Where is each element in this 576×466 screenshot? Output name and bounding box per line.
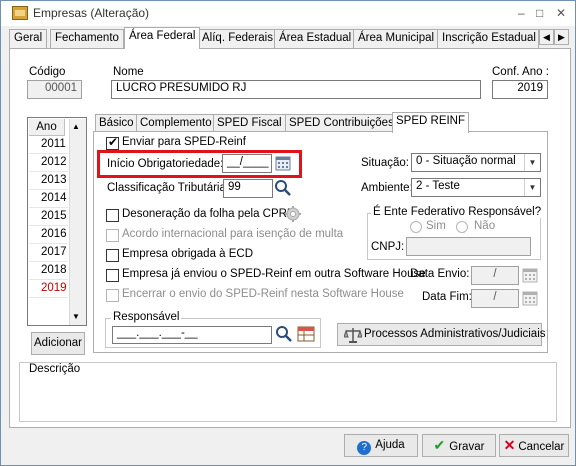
sim-label: Sim [426, 220, 446, 232]
main-tab-strip: Geral Fechamento Área Federal Alíq. Fede… [9, 27, 571, 49]
tab-inscricao-estadual[interactable]: Inscrição Estadual S [437, 29, 539, 48]
cnpj-label: CNPJ: [371, 241, 405, 253]
list-item[interactable]: 2015 [29, 208, 68, 226]
desoneracao-checkbox[interactable] [106, 209, 119, 222]
nao-radio[interactable] [456, 221, 468, 233]
situacao-label: Situação: [361, 157, 409, 169]
chevron-down-icon[interactable]: ▼ [524, 179, 540, 196]
ente-federativo-title: É Ente Federativo Responsável? [371, 206, 544, 218]
ajuda-button-label: Ajuda [375, 439, 405, 451]
search-icon[interactable] [275, 325, 295, 344]
tab-scroll-left-icon[interactable]: ◀ [539, 29, 554, 45]
highlight-box [97, 150, 302, 178]
enviar-reinf-checkbox[interactable] [106, 135, 119, 150]
tab-geral[interactable]: Geral [9, 29, 48, 48]
search-icon[interactable] [274, 179, 294, 198]
scroll-down-icon[interactable]: ▼ [72, 312, 80, 321]
ecd-checkbox[interactable] [106, 249, 119, 262]
processos-button[interactable]: Processos Administrativos/Judiciais [337, 323, 546, 346]
desoneracao-label: Desoneração da folha pela CPRB [122, 208, 295, 220]
tab-basico[interactable]: Básico [95, 114, 138, 132]
nao-label: Não [474, 220, 496, 232]
table-icon[interactable] [297, 325, 317, 344]
acordo-label: Acordo internacional para isenção de mul… [122, 228, 344, 240]
tab-scroll-right-icon[interactable]: ▶ [554, 29, 569, 45]
data-envio-field[interactable]: / [471, 266, 519, 285]
tab-complemento[interactable]: Complemento [136, 114, 216, 132]
ambiente-select[interactable]: 2 - Teste ▼ [411, 178, 541, 197]
acordo-checkbox[interactable] [106, 229, 119, 242]
gear-icon[interactable] [284, 205, 304, 224]
year-list-header[interactable]: Ano [29, 119, 65, 136]
processos-button-label: Processos Administrativos/Judiciais [364, 328, 546, 340]
nome-field[interactable]: LUCRO PRESUMIDO RJ [111, 80, 481, 99]
codigo-label: Código [29, 66, 66, 78]
list-item[interactable]: 2017 [29, 244, 68, 262]
data-envio-label: Data Envio: [410, 268, 470, 280]
calendar-icon[interactable] [521, 289, 541, 308]
scroll-up-icon[interactable]: ▲ [72, 122, 80, 131]
tab-area-estadual[interactable]: Área Estadual [274, 29, 357, 48]
minimize-button[interactable]: – [518, 7, 525, 19]
nome-label: Nome [113, 66, 144, 78]
enviar-reinf-label: Enviar para SPED-Reinf [122, 136, 246, 148]
cancelar-button[interactable]: ✕ Cancelar [499, 434, 569, 457]
responsavel-field[interactable]: ___.___.___-__ [112, 326, 272, 344]
gravar-button-label: Gravar [449, 441, 485, 453]
window-title: Empresas (Alteração) [33, 6, 150, 20]
checkmark-icon: ✔ [433, 437, 446, 453]
list-item[interactable]: 2012 [29, 154, 68, 172]
chevron-down-icon[interactable]: ▼ [524, 154, 540, 171]
tab-fechamento[interactable]: Fechamento [50, 29, 124, 48]
tab-sped-contribuicoes[interactable]: SPED Contribuições [285, 114, 398, 132]
gravar-button[interactable]: ✔ Gravar [422, 434, 496, 457]
tab-sped-fiscal[interactable]: SPED Fiscal [213, 114, 286, 132]
ja-enviou-label: Empresa já enviou o SPED-Reinf em outra … [122, 268, 426, 280]
conf-ano-label: Conf. Ano : [492, 66, 549, 78]
ambiente-value: 2 - Teste [416, 180, 460, 192]
encerrar-checkbox[interactable] [106, 289, 119, 302]
descricao-label: Descrição [27, 363, 83, 375]
title-bar: Empresas (Alteração) – □ ✕ [1, 1, 575, 26]
tab-sped-reinf[interactable]: SPED REINF [392, 112, 470, 133]
cancelar-button-label: Cancelar [518, 441, 565, 453]
ecd-label: Empresa obrigada à ECD [122, 248, 254, 260]
empresas-window: Empresas (Alteração) – □ ✕ Geral Fechame… [0, 0, 576, 466]
data-fim-field[interactable]: / [471, 289, 519, 308]
app-icon [12, 6, 28, 20]
cancel-x-icon: ✕ [503, 437, 516, 453]
scales-icon [343, 327, 363, 351]
year-list[interactable]: Ano 2011 2012 2013 2014 2015 2016 2017 2… [27, 117, 87, 326]
list-item[interactable]: 2011 [29, 136, 68, 154]
codigo-field[interactable]: 00001 [27, 80, 82, 99]
help-icon: ? [357, 441, 372, 455]
encerrar-label: Encerrar o envio do SPED-Reinf nesta Sof… [122, 288, 404, 300]
adicionar-button[interactable]: Adicionar [31, 332, 85, 355]
data-fim-label: Data Fim: [422, 291, 472, 303]
conf-ano-field[interactable]: 2019 [492, 80, 548, 99]
ajuda-button[interactable]: ? Ajuda [344, 434, 418, 457]
situacao-select[interactable]: 0 - Situação normal ▼ [411, 153, 541, 172]
ja-enviou-checkbox[interactable] [106, 269, 119, 282]
list-item[interactable]: 2013 [29, 172, 68, 190]
maximize-button[interactable]: □ [536, 7, 543, 19]
calendar-icon[interactable] [521, 266, 541, 285]
tab-aliq-federais[interactable]: Alíq. Federais [197, 29, 278, 48]
cnpj-field[interactable] [406, 237, 531, 256]
descricao-box[interactable] [19, 362, 557, 422]
tab-area-federal[interactable]: Área Federal [124, 27, 201, 49]
situacao-value: 0 - Situação normal [416, 155, 516, 167]
tab-area-municipal[interactable]: Área Municipal [353, 29, 440, 48]
sim-radio[interactable] [410, 221, 422, 233]
list-item[interactable]: 2016 [29, 226, 68, 244]
classificacao-field[interactable]: 99 [223, 179, 273, 198]
list-item-selected[interactable]: 2019 [29, 280, 68, 298]
year-list-scrollbar[interactable]: ▲ ▼ [69, 119, 86, 325]
classificacao-label: Classificação Tributária: [107, 182, 230, 194]
list-item[interactable]: 2018 [29, 262, 68, 280]
close-button[interactable]: ✕ [556, 7, 566, 19]
responsavel-title: Responsável [111, 311, 182, 323]
ambiente-label: Ambiente: [361, 182, 413, 194]
list-item[interactable]: 2014 [29, 190, 68, 208]
